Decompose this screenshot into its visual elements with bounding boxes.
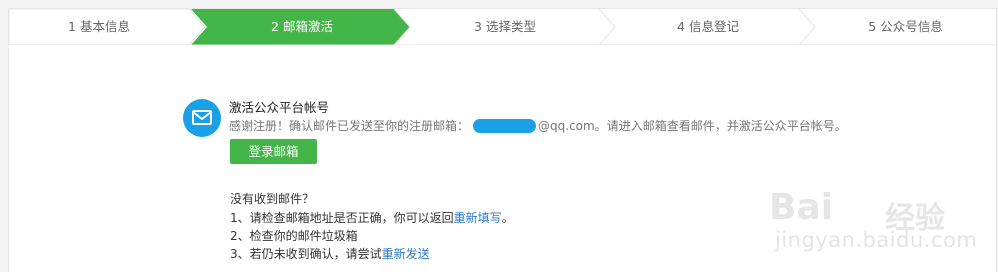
resend-link[interactable]: 重新发送 — [382, 247, 430, 261]
help-item-1-end: 。 — [501, 211, 514, 225]
refill-link[interactable]: 重新填写 — [454, 211, 502, 225]
step-4-label: 4 信息登记 — [677, 19, 739, 34]
step-2-label: 2 邮箱激活 — [271, 19, 333, 34]
watermark-url: jingyan.baidu.com — [775, 228, 978, 252]
step-1-label: 1 基本信息 — [68, 19, 130, 34]
step-4-divider — [798, 9, 816, 45]
help-title: 没有收到邮件？ — [230, 192, 315, 206]
help-item-3: 3、若仍未收到确认，请尝试重新发送 — [230, 245, 430, 262]
message-suffix: 。请进入邮箱查看邮件，并激活公众平台帐号。 — [594, 119, 847, 133]
activation-title: 激活公众平台帐号 — [229, 100, 330, 115]
step-3-divider — [598, 9, 616, 45]
step-5-label: 5 公众号信息 — [868, 19, 943, 34]
step-progress-bar: 1 基本信息 2 邮箱激活 3 选择类型 4 信息登记 5 公众号信息 — [9, 9, 996, 45]
message-prefix: 感谢注册！确认邮件已发送至你的注册邮箱： — [229, 119, 470, 133]
watermark-brand: Bai — [769, 187, 834, 228]
help-item-1-text: 1、请检查邮箱地址是否正确，你可以返回 — [230, 211, 454, 225]
login-mailbox-button[interactable]: 登录邮箱 — [230, 139, 317, 164]
mail-icon — [183, 99, 221, 137]
masked-email — [473, 118, 537, 133]
help-item-2: 2、检查你的邮件垃圾箱 — [230, 229, 358, 243]
registration-panel: 1 基本信息 2 邮箱激活 3 选择类型 4 信息登记 5 公众号信息 激活公众… — [8, 8, 997, 272]
activation-message: 感谢注册！确认邮件已发送至你的注册邮箱： @qq.com 。请进入邮箱查看邮件，… — [229, 117, 847, 134]
message-domain: @qq.com — [538, 118, 595, 133]
help-item-3-text: 3、若仍未收到确认，请尝试 — [230, 247, 382, 261]
help-item-1: 1、请检查邮箱地址是否正确，你可以返回重新填写。 — [230, 209, 514, 226]
step-3-label: 3 选择类型 — [474, 19, 536, 34]
